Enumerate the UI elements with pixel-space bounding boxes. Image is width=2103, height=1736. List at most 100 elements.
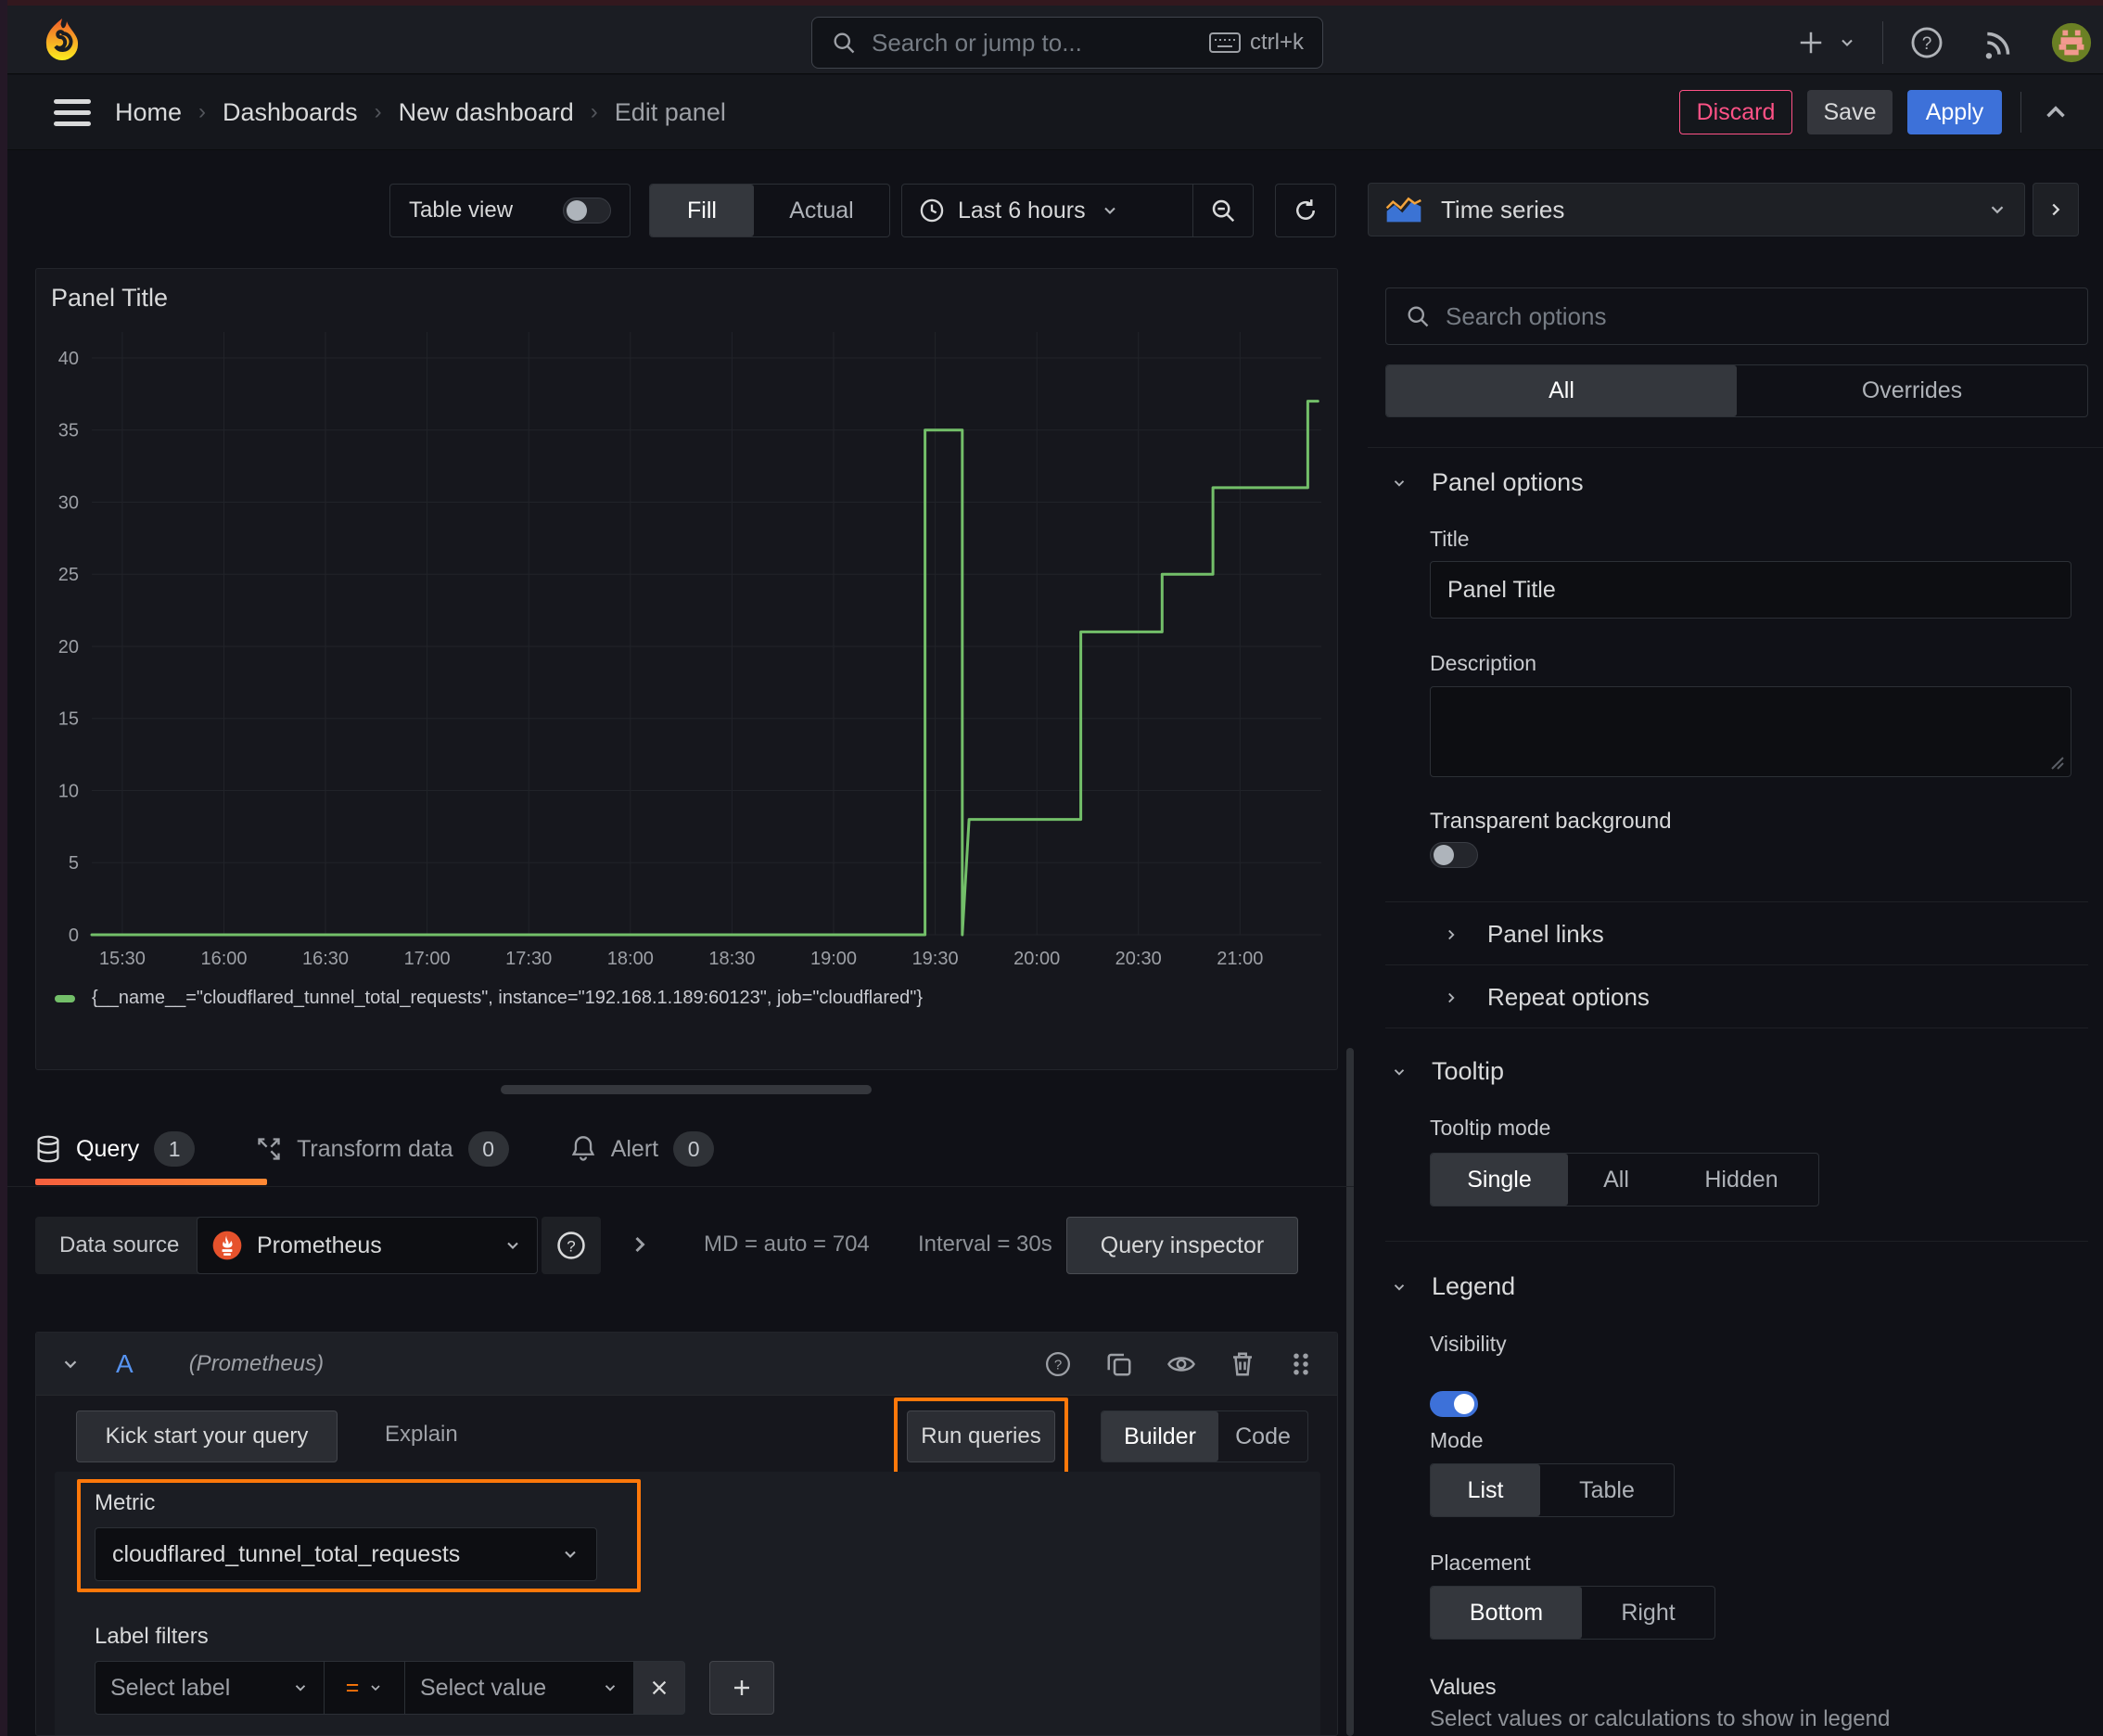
panel-options-section-header[interactable]: Panel options [1391, 468, 1584, 497]
fill-option[interactable]: Fill [650, 185, 754, 236]
builder-option[interactable]: Builder [1102, 1411, 1218, 1462]
chart-panel-title[interactable]: Panel Title [36, 269, 1337, 313]
actual-option[interactable]: Actual [754, 185, 889, 236]
operator-dropdown[interactable]: = [324, 1661, 405, 1715]
legend-visibility-toggle[interactable] [1430, 1391, 1478, 1417]
query-options-md[interactable]: MD = auto = 704 [704, 1232, 870, 1257]
add-filter-button[interactable] [709, 1661, 774, 1715]
toggle-viz-picker-button[interactable] [2033, 183, 2079, 236]
title-field-label: Title [1430, 527, 1470, 551]
panel-links-section[interactable]: Panel links [1443, 920, 1604, 949]
hide-query-eye-icon[interactable] [1166, 1350, 1196, 1378]
avatar[interactable] [2050, 21, 2093, 64]
apply-button[interactable]: Apply [1907, 90, 2002, 134]
nav-divider [1882, 21, 1883, 64]
legend-series-label[interactable]: {__name__="cloudflared_tunnel_total_requ… [92, 988, 923, 1009]
discard-button[interactable]: Discard [1679, 90, 1792, 134]
run-queries-button[interactable]: Run queries [907, 1410, 1055, 1462]
help-icon[interactable]: ? [1909, 25, 1944, 60]
mega-menu-toggle[interactable] [52, 97, 93, 129]
query-editor-card: A (Prometheus) ? Kick start your query E… [35, 1332, 1338, 1736]
metric-value: cloudflared_tunnel_total_requests [112, 1540, 461, 1567]
query-inspector-button[interactable]: Query inspector [1066, 1217, 1298, 1274]
legend-placement-segment: Bottom Right [1430, 1586, 1715, 1640]
drag-handle-grip-icon[interactable] [1289, 1350, 1313, 1378]
tab-transform[interactable]: Transform data 0 [256, 1131, 509, 1167]
tab-query-label: Query [76, 1135, 140, 1162]
visualization-picker[interactable]: Time series [1368, 183, 2025, 236]
global-search-input[interactable]: Search or jump to... ctrl+k [811, 17, 1323, 69]
breadcrumb-home[interactable]: Home [115, 98, 182, 127]
table-view-toggle[interactable] [563, 198, 611, 223]
tab-alert[interactable]: Alert 0 [570, 1131, 715, 1167]
tab-query[interactable]: Query 1 [35, 1131, 196, 1167]
scrollbar-thumb[interactable] [1346, 1048, 1354, 1736]
plus-icon [734, 1680, 749, 1695]
tooltip-mode-label: Tooltip mode [1430, 1116, 1551, 1140]
grafana-logo-icon[interactable] [39, 17, 85, 65]
query-help-icon[interactable]: ? [1044, 1350, 1072, 1378]
tooltip-section-header[interactable]: Tooltip [1391, 1057, 1504, 1086]
svg-text:5: 5 [69, 853, 79, 874]
panel-description-textarea[interactable] [1430, 686, 2071, 777]
tooltip-all-option[interactable]: All [1568, 1154, 1664, 1206]
kick-start-query-button[interactable]: Kick start your query [76, 1410, 338, 1462]
refresh-icon [1296, 199, 1315, 220]
tooltip-hidden-option[interactable]: Hidden [1664, 1154, 1818, 1206]
legend-section-header[interactable]: Legend [1391, 1272, 1515, 1301]
query-ref-id[interactable]: A [116, 1349, 134, 1379]
collapse-pane-chevron-up-icon[interactable] [2040, 96, 2071, 128]
legend-bottom-option[interactable]: Bottom [1431, 1587, 1582, 1639]
options-search-input[interactable]: Search options [1385, 287, 2088, 345]
actions-divider [2020, 92, 2021, 133]
legend-table-option[interactable]: Table [1540, 1464, 1674, 1516]
panel-title-input[interactable] [1430, 561, 2071, 619]
resize-handle-icon[interactable] [2050, 756, 2065, 771]
breadcrumb-dashboards[interactable]: Dashboards [223, 98, 358, 127]
data-source-label-chip: Data source [35, 1217, 204, 1274]
svg-text:19:00: 19:00 [810, 949, 857, 969]
svg-text:21:00: 21:00 [1217, 949, 1263, 969]
legend-list-option[interactable]: List [1431, 1464, 1540, 1516]
delete-query-trash-icon[interactable] [1230, 1350, 1255, 1378]
svg-text:20: 20 [58, 637, 79, 657]
select-label-dropdown[interactable]: Select label [95, 1661, 325, 1715]
news-rss-icon[interactable] [1982, 25, 2017, 60]
metric-chevron-down-icon [565, 1551, 576, 1558]
svg-text:16:00: 16:00 [200, 949, 247, 969]
legend-values-hint: Select values or calculations to show in… [1430, 1706, 1891, 1731]
refresh-button[interactable] [1275, 184, 1336, 237]
tooltip-single-option[interactable]: Single [1431, 1154, 1568, 1206]
query-options-interval[interactable]: Interval = 30s [918, 1232, 1052, 1257]
chevron-down-icon [605, 1685, 616, 1691]
data-source-picker[interactable]: Prometheus [197, 1217, 538, 1274]
code-option[interactable]: Code [1218, 1411, 1307, 1462]
query-options-chevron-right-icon[interactable] [627, 1232, 653, 1257]
legend-right-option[interactable]: Right [1582, 1587, 1714, 1639]
repeat-options-section[interactable]: Repeat options [1443, 983, 1650, 1012]
pane-resize-handle[interactable] [501, 1085, 872, 1094]
zoom-out-button[interactable] [1193, 185, 1253, 236]
overrides-tab[interactable]: Overrides [1737, 365, 2087, 416]
repeat-options-label: Repeat options [1487, 983, 1650, 1011]
chevron-down-icon [371, 1685, 380, 1691]
data-source-help-button[interactable]: ? [542, 1217, 601, 1274]
add-chevron-down-icon[interactable] [1838, 33, 1856, 52]
select-value-dropdown[interactable]: Select value [404, 1661, 634, 1715]
save-button[interactable]: Save [1807, 90, 1893, 134]
metric-label: Metric [95, 1490, 156, 1515]
metric-select[interactable]: cloudflared_tunnel_total_requests [95, 1527, 597, 1581]
nav-actions: ? [1797, 19, 2093, 67]
breadcrumb-new-dashboard[interactable]: New dashboard [399, 98, 574, 127]
time-range-picker[interactable]: Last 6 hours [902, 185, 1192, 236]
transparent-background-toggle[interactable] [1430, 842, 1478, 868]
collapse-query-chevron-down-icon[interactable] [60, 1354, 81, 1374]
query-row-header[interactable]: A (Prometheus) ? [36, 1333, 1337, 1396]
search-shortcut: ctrl+k [1249, 30, 1304, 55]
svg-text:18:30: 18:30 [708, 949, 755, 969]
add-icon[interactable] [1797, 29, 1825, 57]
remove-filter-button[interactable] [633, 1661, 685, 1715]
duplicate-query-icon[interactable] [1105, 1350, 1133, 1378]
time-series-chart[interactable]: 0 5 10 15 20 25 30 35 40 15:30 16:00 16:30 17:00 17:3… [47, 326, 1327, 976]
all-tab[interactable]: All [1386, 365, 1737, 416]
